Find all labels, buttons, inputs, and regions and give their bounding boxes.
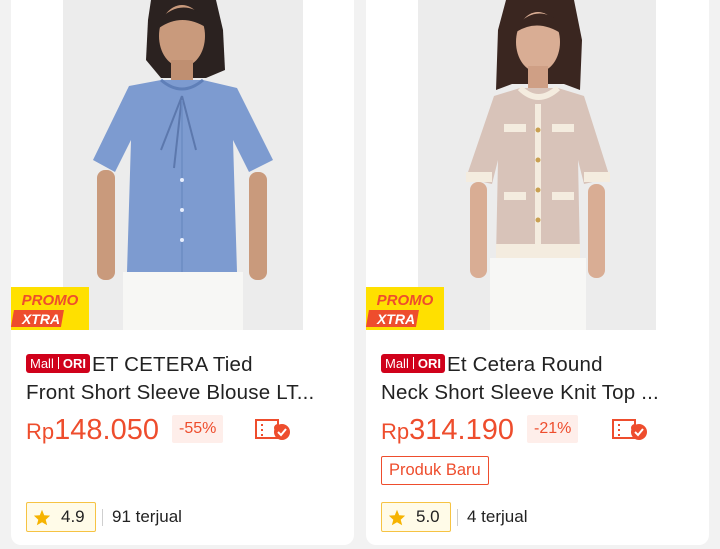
voucher-check-icon [612, 419, 647, 440]
price-value: 148.050 [54, 414, 159, 446]
promo-xtra-badge: PROMO XTRA [366, 287, 444, 330]
rating-value: 4.9 [61, 507, 85, 526]
mall-label: Mall [385, 356, 409, 371]
woman-knit-top-photo [366, 0, 709, 330]
promo-line1: PROMO [22, 292, 79, 309]
discount-badge: -21% [527, 415, 579, 443]
product-grid: PROMO XTRA Mall ORI ET CETERA Tied Front S… [0, 0, 720, 549]
mall-label: Mall [30, 356, 54, 371]
currency-label: Rp [26, 419, 55, 444]
title-line-2: Neck Short Sleeve Knit Top ... [381, 381, 659, 404]
product-price: Rp314.190 [381, 412, 514, 450]
sold-count: 4 terjual [467, 507, 528, 526]
promo-xtra-badge: PROMO XTRA [11, 287, 89, 330]
currency-label: Rp [381, 419, 410, 444]
rating-value: 5.0 [416, 507, 440, 526]
mall-ori-badge: Mall ORI [26, 354, 90, 373]
star-icon [33, 509, 51, 526]
mall-ori-badge: Mall ORI [381, 354, 445, 373]
title-line-1: Et Cetera Round [446, 353, 603, 376]
woman-blue-blouse-photo [11, 0, 354, 330]
product-image[interactable]: PROMO XTRA [11, 0, 354, 330]
title-line-1: ET CETERA Tied [91, 353, 253, 376]
promo-line2: XTRA [21, 311, 60, 327]
rating-badge: 5.0 [381, 502, 451, 532]
product-price: Rp148.050 [26, 412, 159, 450]
divider [457, 509, 458, 526]
product-title[interactable]: Mall ORI ET CETERA Tied Front Short Sleeve… [26, 351, 341, 407]
product-card[interactable]: PROMO XTRA Mall ORI ET CETERA Tied Front S… [11, 0, 354, 545]
divider [102, 509, 103, 526]
price-row: Rp148.050 -55% [26, 412, 346, 448]
product-card[interactable]: PROMO XTRA Mall ORI Et Cetera Round Neck S… [366, 0, 709, 545]
rating-row: 4.9 91 terjual [26, 502, 346, 532]
product-title[interactable]: Mall ORI Et Cetera Round Neck Short Sleeve… [381, 351, 696, 407]
voucher-check-icon [255, 419, 290, 440]
rating-badge: 4.9 [26, 502, 96, 532]
product-image[interactable]: PROMO XTRA [366, 0, 709, 330]
price-value: 314.190 [409, 414, 514, 446]
title-line-2: Front Short Sleeve Blouse LT... [26, 381, 315, 404]
promo-line2: XTRA [376, 311, 415, 327]
ori-label: ORI [417, 356, 441, 371]
promo-line1: PROMO [377, 292, 434, 309]
ori-label: ORI [62, 356, 86, 371]
price-row: Rp314.190 -21% [381, 412, 701, 448]
rating-row: 5.0 4 terjual [381, 502, 701, 532]
discount-badge: -55% [172, 415, 224, 443]
new-product-badge: Produk Baru [381, 456, 489, 485]
sold-count: 91 terjual [112, 507, 182, 526]
star-icon [388, 509, 406, 526]
